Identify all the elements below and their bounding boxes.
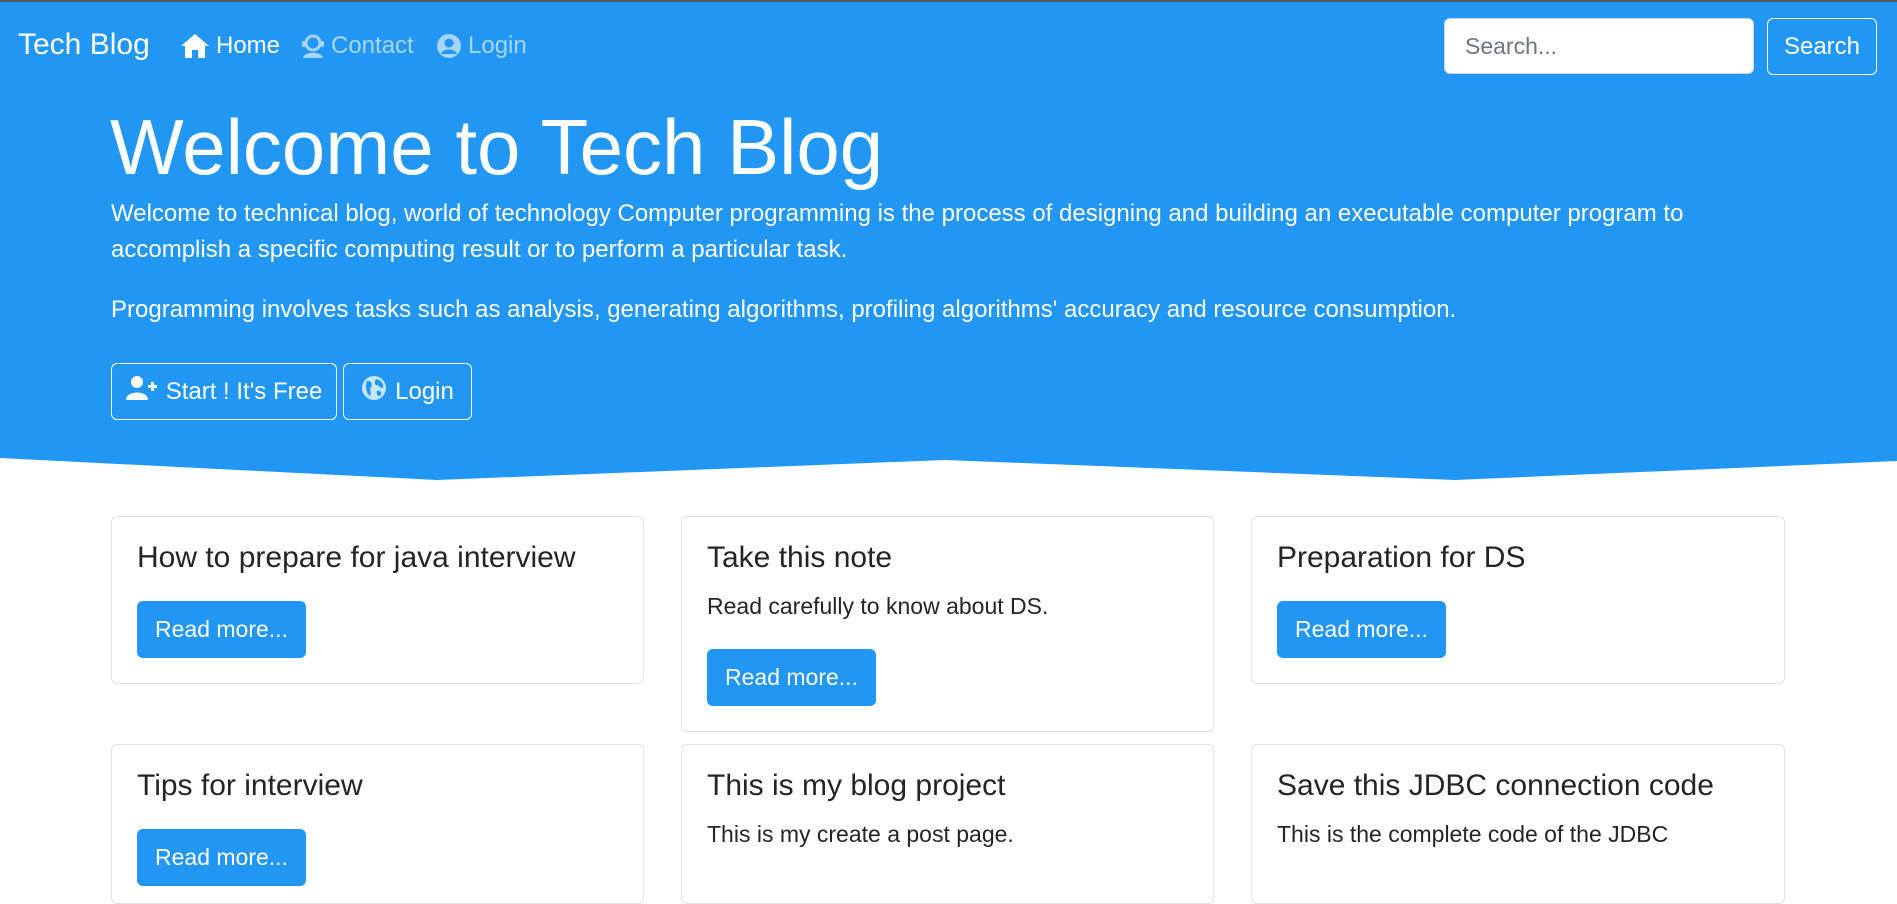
hero-title: Welcome to Tech Blog [110,103,884,191]
nav-home[interactable]: Home [180,32,280,60]
post-title: Preparation for DS [1277,541,1526,574]
read-more-button[interactable]: Read more... [137,601,306,658]
home-icon [180,33,210,59]
nav-login-label: Login [468,32,527,59]
post-title: This is my blog project [707,769,1006,802]
start-free-label: Start ! It's Free [165,377,323,405]
brand-link[interactable]: Tech Blog [18,28,150,62]
search-button[interactable]: Search [1767,18,1877,75]
hero-paragraph-1: Welcome to technical blog, world of tech… [111,200,1684,263]
post-title: Take this note [707,541,893,574]
post-text: Read carefully to know about DS. [707,593,1049,619]
post-text: This is the complete code of the JDBC [1277,821,1669,847]
post-title: How to prepare for java interview [137,541,576,574]
post-text: This is my create a post page. [707,821,1014,847]
search-input[interactable] [1444,18,1754,74]
navbar: Tech Blog Home Contact Login Search... S… [0,2,1897,88]
nav-home-label: Home [216,32,281,59]
nav-contact-label: Contact [331,32,414,59]
user-circle-icon [436,33,462,59]
start-free-button[interactable]: Start ! It's Free [111,363,337,420]
post-card: Tips for interview Read more... [111,744,644,904]
hero-paragraph-2: Programming involves tasks such as analy… [111,296,1457,323]
contact-support-icon [301,33,325,59]
read-more-button[interactable]: Read more... [137,829,306,886]
post-card: Preparation for DS Read more... [1251,516,1785,684]
hero-login-button[interactable]: Login [343,363,472,420]
hero-login-label: Login [395,377,454,405]
post-title: Tips for interview [137,769,363,802]
post-card: Save this JDBC connection code This is t… [1251,744,1785,904]
globe-icon [361,375,387,408]
post-card: This is my blog project This is my creat… [681,744,1214,904]
read-more-button[interactable]: Read more... [1277,601,1446,658]
nav-login[interactable]: Login [436,32,527,60]
post-title: Save this JDBC connection code [1277,769,1714,802]
post-card: How to prepare for java interview Read m… [111,516,644,684]
nav-contact[interactable]: Contact [301,32,414,60]
user-plus-icon [125,375,158,408]
post-card: Take this note Read carefully to know ab… [681,516,1214,732]
read-more-button[interactable]: Read more... [707,649,876,706]
